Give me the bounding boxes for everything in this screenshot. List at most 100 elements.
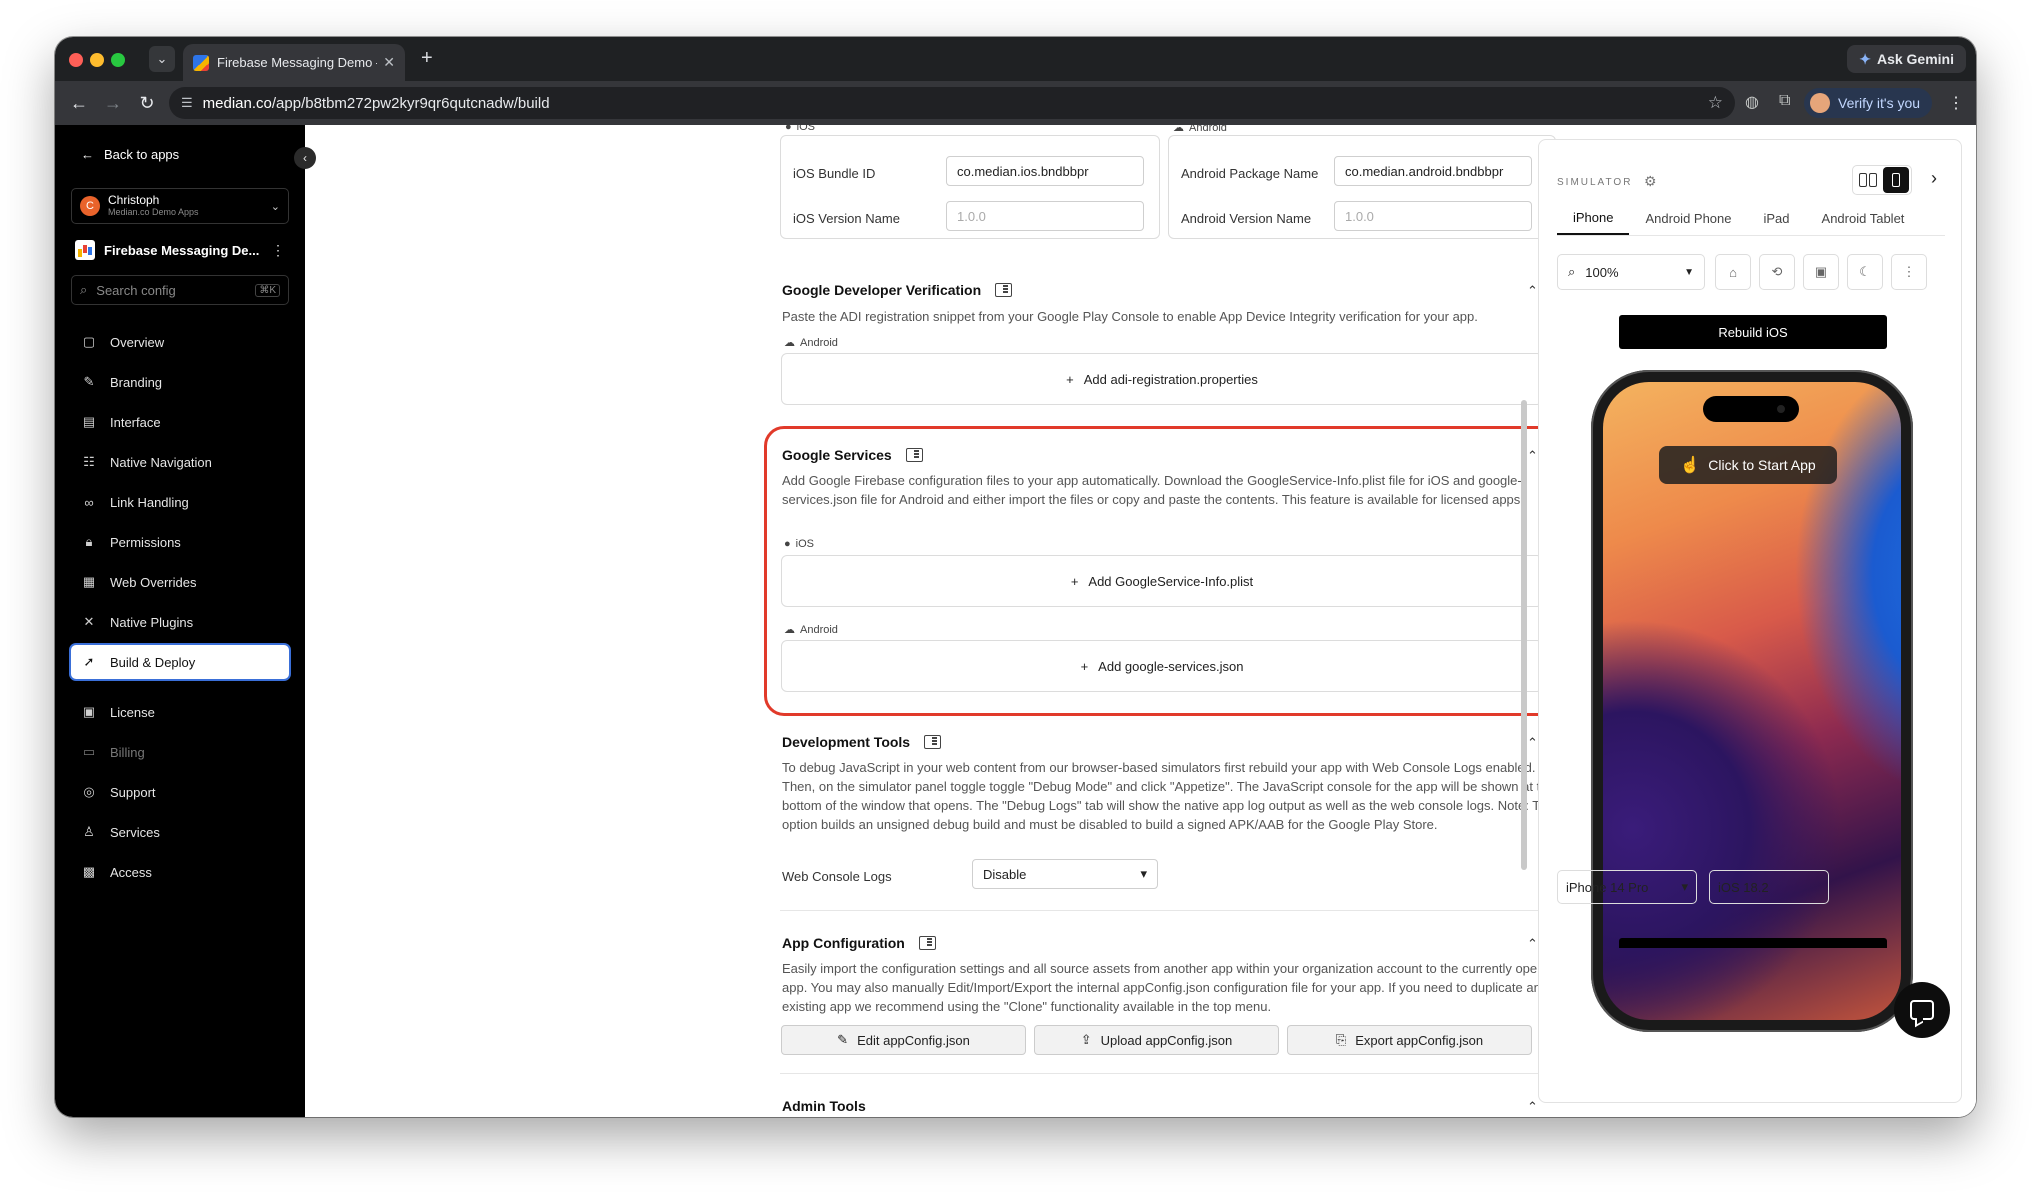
upload-appconfig-button[interactable]: ⇪ Upload appConfig.json (1034, 1025, 1279, 1055)
chevron-up-icon[interactable]: ⌃ (1527, 283, 1538, 299)
chevron-up-icon[interactable]: ⌃ (1527, 448, 1538, 464)
browser-tab[interactable]: Firebase Messaging Demo – ✕ (183, 44, 405, 81)
browser-menu-icon[interactable]: ⋮ (1948, 93, 1964, 113)
sidebar-item-license[interactable]: ▣ License (71, 695, 289, 729)
close-tab-icon[interactable]: ✕ (383, 54, 395, 71)
docs-icon[interactable] (905, 448, 923, 462)
home-icon[interactable]: ⌂ (1715, 254, 1751, 290)
android-icon: ☁ (784, 624, 795, 636)
section-divider (780, 910, 1556, 911)
sidebar-item-build-deploy[interactable]: ➚ Build & Deploy (71, 645, 289, 679)
layout-toggle[interactable] (1852, 165, 1912, 195)
add-adi-registration-button[interactable]: + Add adi-registration.properties (781, 353, 1543, 405)
extension-icon[interactable]: ◍ (1745, 92, 1759, 112)
sidebar-item-label: Billing (110, 744, 145, 760)
sidebar-item-label: Branding (110, 374, 163, 390)
sidebar-item-web-overrides[interactable]: ▦ Web Overrides (71, 565, 289, 599)
start-app-button[interactable]: ☝ Click to Start App (1659, 446, 1837, 484)
back-to-apps-link[interactable]: ← Back to apps (81, 147, 179, 162)
rebuild-ios-button[interactable]: Rebuild iOS (1619, 315, 1887, 349)
sidebar-item-label: Link Handling (110, 494, 189, 510)
tab-ipad[interactable]: iPad (1748, 202, 1806, 235)
reload-icon[interactable]: ↻ (135, 91, 159, 115)
sidebar-item-native-navigation[interactable]: ☷ Native Navigation (71, 445, 289, 479)
caret-down-icon: ▾ (1140, 866, 1147, 881)
forward-arrow-icon[interactable]: → (101, 91, 125, 115)
docs-icon[interactable] (918, 936, 936, 950)
device-model-select[interactable]: iPhone 14 Pro ▾ (1557, 870, 1697, 904)
upload-appconfig-label: Upload appConfig.json (1100, 1032, 1233, 1048)
sidebar-item-support[interactable]: ◎ Support (71, 775, 289, 809)
collapse-sidebar-button[interactable]: ‹ (294, 147, 316, 169)
dark-mode-icon[interactable]: ☾ (1847, 254, 1883, 290)
chevron-up-icon[interactable]: ⌃ (1527, 936, 1538, 952)
tab-iphone[interactable]: iPhone (1557, 202, 1630, 235)
new-tab-icon[interactable]: + (421, 47, 433, 70)
edit-appconfig-button[interactable]: ✎ Edit appConfig.json (781, 1025, 1026, 1055)
android-icon: ☁ (784, 337, 795, 349)
verify-profile-button[interactable]: Verify it's you (1804, 88, 1933, 118)
ios-version-input[interactable]: 1.0.0 (946, 201, 1144, 231)
sidebar-item-services[interactable]: ♙ Services (71, 815, 289, 849)
chevron-right-icon[interactable]: › (1931, 168, 1937, 189)
android-version-input[interactable]: 1.0.0 (1334, 201, 1532, 231)
tab-android-phone[interactable]: Android Phone (1629, 202, 1747, 235)
phone-view-icon[interactable] (1883, 167, 1909, 193)
start-app-label: Click to Start App (1708, 457, 1816, 473)
split-view-icon[interactable] (1853, 173, 1883, 187)
close-window-button[interactable] (69, 53, 83, 67)
phone-screen[interactable]: ☝ Click to Start App (1603, 382, 1901, 1020)
site-settings-icon[interactable]: ☰ (181, 95, 193, 111)
screenshot-icon[interactable]: ▣ (1803, 254, 1839, 290)
gear-icon[interactable]: ⚙ (1644, 173, 1657, 190)
puzzle-icon[interactable]: ⧉ (1779, 92, 1790, 110)
sidebar-item-branding[interactable]: ✎ Branding (71, 365, 289, 399)
chevron-up-icon[interactable]: ⌃ (1527, 735, 1538, 751)
back-arrow-icon[interactable]: ← (67, 91, 91, 115)
address-bar[interactable]: ☰ median.co/app/b8tbm272pw2kyr9qr6qutcna… (169, 87, 1735, 119)
minimize-window-button[interactable] (90, 53, 104, 67)
sidebar-item-interface[interactable]: ▤ Interface (71, 405, 289, 439)
add-googleservice-plist-button[interactable]: + Add GoogleService-Info.plist (781, 555, 1543, 607)
tab-android-tablet[interactable]: Android Tablet (1806, 202, 1921, 235)
ios-platform-tag: ● iOS (784, 538, 814, 550)
export-appconfig-button[interactable]: ⎘ Export appConfig.json (1287, 1025, 1532, 1055)
caret-down-icon: ▾ (1681, 879, 1688, 894)
sidebar-item-permissions[interactable]: 🔒︎ Permissions (71, 525, 289, 559)
android-platform-tag: ☁ Android (784, 623, 838, 637)
sidebar-item-link-handling[interactable]: ∞ Link Handling (71, 485, 289, 519)
current-app-row[interactable]: Firebase Messaging De... ⋮ (71, 237, 289, 263)
os-version-select[interactable]: iOS 18.2 (1709, 870, 1829, 904)
sidebar-item-access[interactable]: ▩ Access (71, 855, 289, 889)
ios-bundle-id-input[interactable]: co.median.ios.bndbbpr (946, 156, 1144, 186)
web-console-logs-select[interactable]: Disable ▾ (972, 859, 1158, 889)
android-package-input[interactable]: co.median.android.bndbbpr (1334, 156, 1532, 186)
docs-icon[interactable] (995, 283, 1013, 297)
bookmark-star-icon[interactable]: ☆ (1708, 93, 1723, 113)
export-file-icon: ⎘ (1335, 1032, 1347, 1047)
zoom-window-button[interactable] (111, 53, 125, 67)
simulator-bottom-button[interactable] (1619, 938, 1887, 948)
chat-support-button[interactable] (1894, 982, 1950, 1038)
upload-icon: ⇪ (1080, 1032, 1092, 1047)
ask-gemini-button[interactable]: ✦ Ask Gemini (1847, 45, 1966, 73)
tab-search-chevron-icon[interactable]: ⌄ (149, 46, 175, 72)
zoom-select[interactable]: ⌕ 100% ▼ (1557, 254, 1705, 290)
android-identifiers-card: Android Package Name co.median.android.b… (1168, 135, 1556, 239)
sidebar-item-billing[interactable]: ▭ Billing (71, 735, 289, 769)
more-vertical-icon[interactable]: ⋮ (271, 242, 285, 259)
apple-icon: ● (785, 125, 792, 133)
sidebar-item-native-plugins[interactable]: ✕ Native Plugins (71, 605, 289, 639)
zoom-search-icon: ⌕ (1568, 264, 1576, 279)
rotate-icon[interactable]: ⟲ (1759, 254, 1795, 290)
chevron-up-icon[interactable]: ⌃ (1527, 1099, 1538, 1115)
dev-tools-description: To debug JavaScript in your web content … (782, 760, 1557, 832)
more-vertical-icon[interactable]: ⋮ (1891, 254, 1927, 290)
organization-select[interactable]: C Christoph Median.co Demo Apps ⌄ (71, 188, 289, 224)
add-google-services-json-button[interactable]: + Add google-services.json (781, 640, 1543, 692)
zoom-value: 100% (1585, 264, 1619, 280)
scrollbar[interactable] (1521, 400, 1527, 870)
sidebar-item-overview[interactable]: ▢ Overview (71, 325, 289, 359)
docs-icon[interactable] (924, 735, 942, 749)
search-config-input[interactable]: ⌕ Search config ⌘K (71, 275, 289, 305)
